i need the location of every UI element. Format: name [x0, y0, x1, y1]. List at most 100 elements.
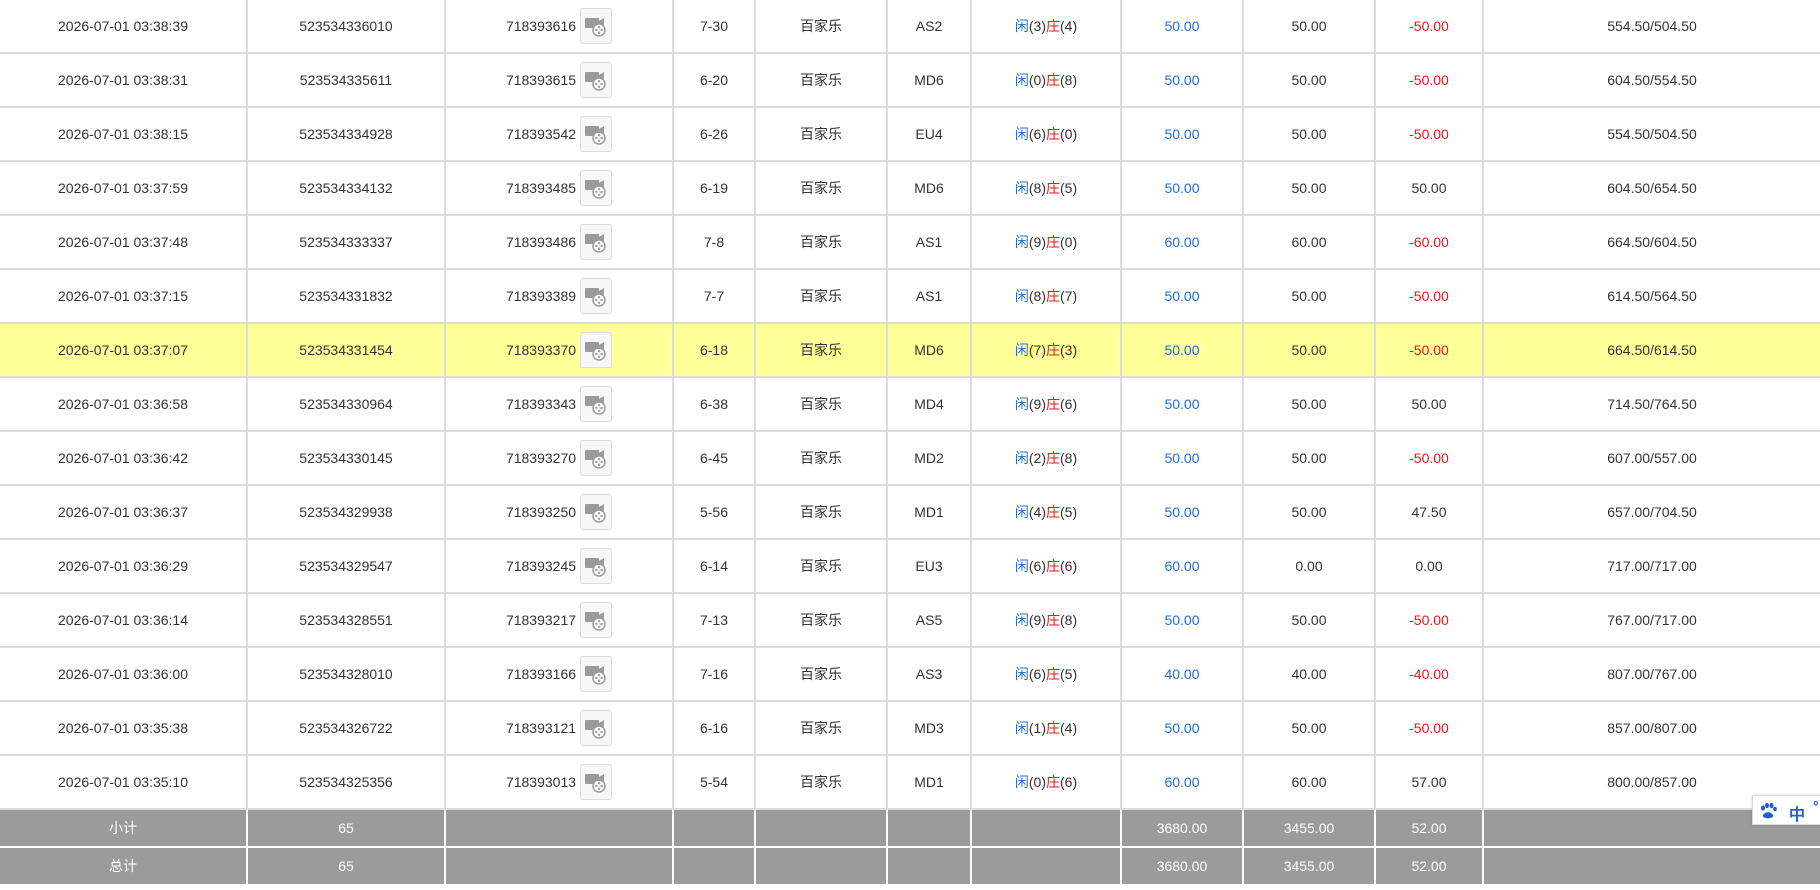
table-row: 2026-07-01 03:36:37 523534329938 718393250…: [0, 485, 1820, 540]
order-number: 523534329547: [247, 539, 446, 594]
replay-button[interactable]: [580, 602, 613, 638]
game-type: 百家乐: [755, 269, 888, 324]
table-code: AS3: [887, 647, 972, 702]
table-code: EU3: [887, 539, 972, 594]
replay-button[interactable]: [580, 170, 613, 206]
player-points: (4): [1028, 504, 1046, 520]
shoe-number: 6-20: [673, 53, 756, 108]
round-number: 718393270: [505, 450, 577, 466]
game-type: 百家乐: [755, 647, 888, 702]
replay-button[interactable]: [580, 656, 613, 692]
replay-button[interactable]: [580, 386, 613, 422]
valid-bet: 40.00: [1243, 647, 1376, 702]
bet-time: 2026-07-01 03:36:58: [0, 377, 248, 432]
replay-button[interactable]: [580, 278, 613, 314]
subtotal-label: 小计: [0, 809, 248, 848]
replay-button[interactable]: [580, 494, 613, 530]
replay-button[interactable]: [580, 710, 613, 746]
result-cell: 闲(1)庄(4): [971, 701, 1122, 756]
ime-punctuation-toggle[interactable]: °: [1813, 798, 1819, 814]
result-cell: 闲(0)庄(6): [971, 755, 1122, 810]
valid-bet: 50.00: [1243, 53, 1376, 108]
table-row: 2026-07-01 03:37:15 523534331832 718393389…: [0, 269, 1820, 324]
round-number: 718393486: [505, 234, 577, 250]
order-number: 523534326722: [247, 701, 446, 756]
player-points: (8): [1028, 288, 1046, 304]
game-type: 百家乐: [755, 0, 888, 54]
replay-button[interactable]: [580, 764, 613, 800]
order-number: 523534328551: [247, 593, 446, 648]
game-type: 百家乐: [755, 539, 888, 594]
table-code: MD4: [887, 377, 972, 432]
video-replay-icon: [585, 126, 606, 145]
banker-points: (5): [1060, 666, 1078, 682]
player-label: 闲: [1014, 72, 1029, 88]
round-number: 718393615: [505, 72, 577, 88]
player-points: (3): [1028, 18, 1046, 34]
empty-cell: [755, 847, 888, 886]
shoe-number: 5-54: [673, 755, 756, 810]
table-row: 2026-07-01 03:36:58 523534330964 718393343…: [0, 377, 1820, 432]
valid-bet: 50.00: [1243, 701, 1376, 756]
valid-bet: 50.00: [1243, 485, 1376, 540]
replay-button[interactable]: [580, 8, 613, 44]
replay-button[interactable]: [580, 116, 613, 152]
round-cell: 718393615: [445, 53, 674, 108]
bet-amount: 50.00: [1121, 431, 1244, 486]
table-code: MD1: [887, 485, 972, 540]
replay-button[interactable]: [580, 332, 613, 368]
video-replay-icon: [585, 720, 606, 739]
table-code: AS5: [887, 593, 972, 648]
round-cell: 718393270: [445, 431, 674, 486]
shoe-number: 6-18: [673, 323, 756, 378]
round-number: 718393121: [505, 720, 577, 736]
bet-time: 2026-07-01 03:36:42: [0, 431, 248, 486]
player-points: (0): [1028, 72, 1046, 88]
banker-points: (0): [1060, 126, 1078, 142]
bet-amount: 40.00: [1121, 647, 1244, 702]
shoe-number: 7-7: [673, 269, 756, 324]
round-number: 718393245: [505, 558, 577, 574]
round-cell: 718393166: [445, 647, 674, 702]
replay-button[interactable]: [580, 440, 613, 476]
result-cell: 闲(6)庄(5): [971, 647, 1122, 702]
valid-bet: 0.00: [1243, 539, 1376, 594]
table-code: MD1: [887, 755, 972, 810]
shoe-number: 6-19: [673, 161, 756, 216]
order-number: 523534335611: [247, 53, 446, 108]
paw-icon[interactable]: [1759, 802, 1777, 823]
ime-language-toggle[interactable]: 中: [1789, 801, 1805, 825]
round-cell: 718393121: [445, 701, 674, 756]
ime-toolbar[interactable]: 中 °: [1752, 795, 1820, 825]
replay-button[interactable]: [580, 224, 613, 260]
order-number: 523534330964: [247, 377, 446, 432]
replay-button[interactable]: [580, 62, 613, 98]
video-replay-icon: [585, 234, 606, 253]
order-number: 523534329938: [247, 485, 446, 540]
player-points: (8): [1028, 180, 1046, 196]
valid-bet: 50.00: [1243, 161, 1376, 216]
video-replay-icon: [585, 342, 606, 361]
shoe-number: 6-26: [673, 107, 756, 162]
banker-points: (6): [1060, 396, 1078, 412]
banker-points: (5): [1060, 180, 1078, 196]
table-row: 2026-07-01 03:37:48 523534333337 718393486…: [0, 215, 1820, 270]
balance-change: 717.00/717.00: [1483, 539, 1820, 594]
order-number: 523534336010: [247, 0, 446, 54]
round-cell: 718393245: [445, 539, 674, 594]
table-code: AS2: [887, 0, 972, 54]
player-label: 闲: [1014, 342, 1029, 358]
replay-button[interactable]: [580, 548, 613, 584]
bet-time: 2026-07-01 03:35:10: [0, 755, 248, 810]
banker-label: 庄: [1046, 234, 1060, 250]
banker-points: (0): [1060, 234, 1078, 250]
bet-time: 2026-07-01 03:37:07: [0, 323, 248, 378]
balance-change: 767.00/717.00: [1483, 593, 1820, 648]
payout: -50.00: [1375, 701, 1484, 756]
payout: 50.00: [1375, 377, 1484, 432]
payout: -50.00: [1375, 431, 1484, 486]
player-label: 闲: [1014, 666, 1029, 682]
shoe-number: 6-38: [673, 377, 756, 432]
game-type: 百家乐: [755, 161, 888, 216]
empty-cell: [887, 847, 972, 886]
